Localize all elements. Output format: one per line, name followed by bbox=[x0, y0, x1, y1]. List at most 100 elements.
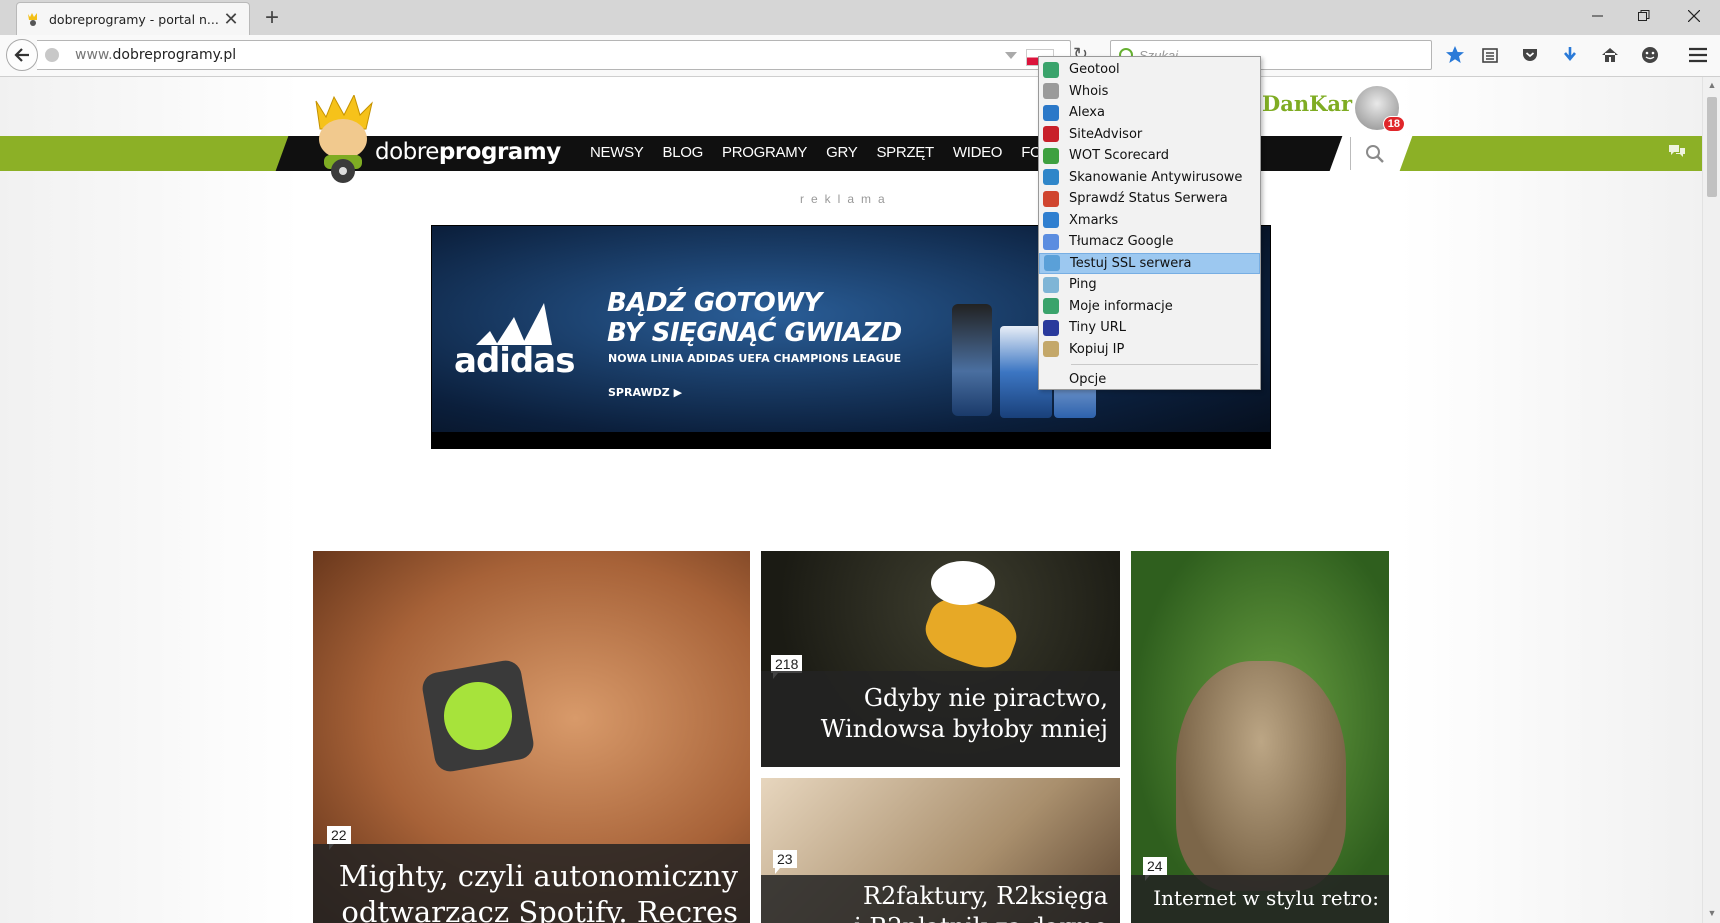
site-favicon bbox=[28, 13, 37, 26]
url-text[interactable]: www.dobreprogramy.pl bbox=[75, 47, 236, 63]
menu-items: Geotool Whois Alexa SiteAdvisor WOT Scorecar… bbox=[1039, 59, 1260, 360]
clipboard-icon bbox=[1043, 341, 1059, 358]
user-name[interactable]: DanKar bbox=[1262, 91, 1352, 116]
menu-item-label: Testuj SSL serwera bbox=[1070, 255, 1192, 271]
new-tab-button[interactable]: + bbox=[260, 4, 284, 32]
comment-count[interactable]: 23 bbox=[773, 850, 797, 874]
nav-item-sprzet[interactable]: SPRZĘT bbox=[876, 144, 934, 161]
menu-item-tiny-url[interactable]: Tiny URL bbox=[1039, 317, 1260, 339]
close-tab-icon[interactable]: ✕ bbox=[221, 9, 241, 30]
shield-icon bbox=[1043, 126, 1059, 143]
adidas-logo-icon bbox=[476, 303, 552, 345]
tab-strip: dobreprogramy - portal n... ✕ + bbox=[0, 0, 1720, 35]
page-scrollbar[interactable]: ▲ ▼ bbox=[1702, 77, 1720, 923]
article-title[interactable]: R2faktury, R2księga i R2płatnik za darmo bbox=[761, 875, 1120, 923]
menu-item-sprawd-status-serwera[interactable]: Sprawdź Status Serwera bbox=[1039, 188, 1260, 210]
globe-icon bbox=[1043, 61, 1059, 78]
minimize-icon bbox=[1592, 15, 1603, 17]
nav-item-programy[interactable]: PROGRAMY bbox=[722, 144, 807, 161]
divider bbox=[1350, 137, 1351, 170]
navigation-toolbar: www.dobreprogramy.pl ↻ Szukaj bbox=[0, 35, 1720, 77]
restore-button[interactable] bbox=[1622, 0, 1666, 32]
scroll-down-icon[interactable]: ▼ bbox=[1706, 908, 1718, 920]
menu-item-skanowanie-antywirusowe[interactable]: Skanowanie Antywirusowe bbox=[1039, 167, 1260, 189]
blank-icon bbox=[1043, 372, 1059, 388]
menu-item-whois[interactable]: Whois bbox=[1039, 81, 1260, 103]
translate-icon bbox=[1043, 233, 1059, 250]
hamburger-menu-icon[interactable] bbox=[1686, 43, 1710, 67]
article-image bbox=[1176, 661, 1346, 891]
article-tile[interactable]: 22 Mighty, czyli autonomiczny odtwarzacz… bbox=[313, 551, 750, 923]
pocket-icon[interactable] bbox=[1518, 43, 1542, 67]
scan-icon bbox=[1043, 169, 1059, 186]
notification-badge[interactable]: 18 bbox=[1382, 116, 1405, 132]
menu-item-geotool[interactable]: Geotool bbox=[1039, 59, 1260, 81]
nav-item-newsy[interactable]: NEWSY bbox=[590, 144, 644, 161]
nav-item-wideo[interactable]: WIDEO bbox=[953, 144, 1003, 161]
reading-list-icon[interactable] bbox=[1478, 43, 1502, 67]
close-window-button[interactable] bbox=[1672, 0, 1716, 32]
avatar[interactable]: 18 bbox=[1355, 86, 1405, 132]
ad-subline: NOWA LINIA ADIDAS UEFA CHAMPIONS LEAGUE bbox=[608, 352, 902, 365]
site-mascot-logo[interactable] bbox=[310, 95, 376, 185]
article-tile[interactable]: 23 R2faktury, R2księga i R2płatnik za da… bbox=[761, 778, 1120, 923]
menu-item-testuj-ssl-serwera[interactable]: Testuj SSL serwera bbox=[1039, 252, 1260, 274]
menu-item-label: Xmarks bbox=[1069, 212, 1119, 228]
menu-item-alexa[interactable]: Alexa bbox=[1039, 102, 1260, 124]
article-image bbox=[420, 658, 536, 774]
history-dropdown-icon[interactable] bbox=[1005, 52, 1017, 59]
comment-count[interactable]: 22 bbox=[327, 826, 351, 850]
menu-item-moje-informacje[interactable]: Moje informacje bbox=[1039, 296, 1260, 318]
menu-item-xmarks[interactable]: Xmarks bbox=[1039, 210, 1260, 232]
site-identity-icon[interactable] bbox=[45, 48, 59, 62]
bookmark-star-icon[interactable] bbox=[1443, 43, 1467, 67]
article-title[interactable]: Internet w stylu retro: bbox=[1131, 875, 1389, 923]
scroll-up-icon[interactable]: ▲ bbox=[1706, 80, 1718, 92]
ping-icon bbox=[1043, 276, 1059, 293]
ad-cta-button[interactable]: SPRAWDZ ▶ bbox=[608, 386, 682, 399]
menu-item-ping[interactable]: Ping bbox=[1039, 274, 1260, 296]
gear-icon bbox=[1043, 83, 1059, 100]
scrollbar-thumb[interactable] bbox=[1707, 97, 1717, 197]
page-content: dobreprogramy NEWSY BLOG PROGRAMY GRY SP… bbox=[0, 77, 1702, 923]
menu-item-kopiuj-ip[interactable]: Kopiuj IP bbox=[1039, 339, 1260, 361]
chat-icon[interactable] bbox=[1668, 143, 1686, 159]
menu-item-t-umacz-google[interactable]: Tłumacz Google bbox=[1039, 231, 1260, 253]
product-image bbox=[952, 304, 992, 416]
url-bar[interactable]: www.dobreprogramy.pl bbox=[37, 40, 1071, 70]
minimize-button[interactable] bbox=[1576, 0, 1620, 32]
menu-item-opcje[interactable]: Opcje bbox=[1039, 369, 1260, 391]
menu-item-siteadvisor[interactable]: SiteAdvisor bbox=[1039, 124, 1260, 146]
site-logo-text[interactable]: dobreprogramy bbox=[375, 139, 561, 165]
home-icon[interactable] bbox=[1598, 43, 1622, 67]
ad-bottom-strip bbox=[432, 432, 1270, 448]
restore-icon bbox=[1638, 10, 1650, 21]
ad-brand: adidas bbox=[454, 341, 575, 381]
menu-item-label: Kopiuj IP bbox=[1069, 341, 1125, 357]
site-search-icon[interactable] bbox=[1364, 143, 1386, 165]
comment-count[interactable]: 24 bbox=[1143, 857, 1167, 881]
download-icon[interactable] bbox=[1558, 43, 1582, 67]
server-status-icon bbox=[1043, 190, 1059, 207]
menu-item-wot-scorecard[interactable]: WOT Scorecard bbox=[1039, 145, 1260, 167]
ad-headline-1: BĄDŹ GOTOWY bbox=[607, 288, 822, 318]
menu-item-label: Skanowanie Antywirusowe bbox=[1069, 169, 1243, 185]
article-title[interactable]: Mighty, czyli autonomiczny odtwarzacz Sp… bbox=[313, 844, 750, 923]
close-icon bbox=[1688, 10, 1700, 22]
hello-chat-icon[interactable] bbox=[1638, 43, 1662, 67]
wot-icon bbox=[1043, 147, 1059, 164]
lock-icon bbox=[1044, 255, 1060, 272]
tab-title: dobreprogramy - portal n... bbox=[49, 11, 219, 27]
flag-dropdown-menu: Geotool Whois Alexa SiteAdvisor WOT Scorecar… bbox=[1038, 56, 1261, 390]
browser-tab[interactable]: dobreprogramy - portal n... ✕ bbox=[16, 2, 250, 35]
menu-item-label: Tłumacz Google bbox=[1069, 234, 1174, 250]
tinyurl-icon bbox=[1043, 319, 1059, 336]
menu-separator bbox=[1071, 364, 1258, 365]
nav-item-blog[interactable]: BLOG bbox=[663, 144, 704, 161]
nav-item-gry[interactable]: GRY bbox=[826, 144, 858, 161]
back-button[interactable] bbox=[6, 39, 38, 71]
article-title[interactable]: Gdyby nie piractwo, Windowsa byłoby mnie… bbox=[761, 671, 1120, 767]
menu-item-label: Moje informacje bbox=[1069, 298, 1173, 314]
article-tile[interactable]: 218 Gdyby nie piractwo, Windowsa byłoby … bbox=[761, 551, 1120, 767]
article-tile[interactable]: 24 Internet w stylu retro: bbox=[1131, 551, 1389, 923]
